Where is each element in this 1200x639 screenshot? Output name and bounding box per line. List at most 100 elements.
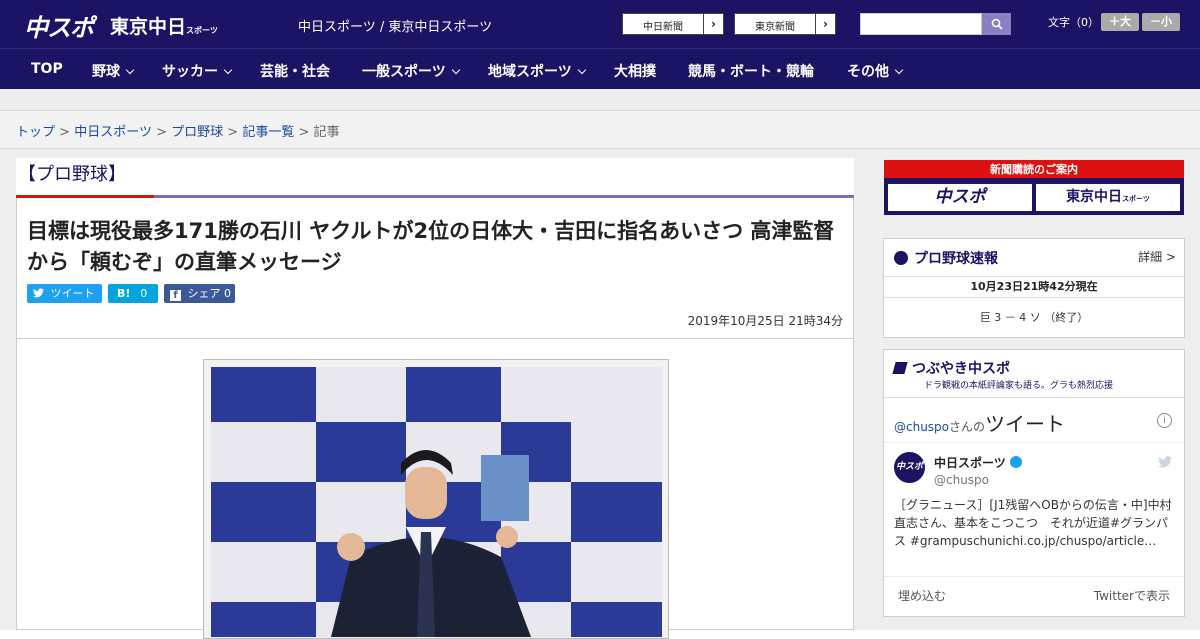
- breadcrumb-top[interactable]: トップ: [16, 125, 55, 140]
- breadcrumb-pro-baseball[interactable]: プロ野球: [171, 125, 223, 140]
- search-input[interactable]: [860, 13, 982, 35]
- baseball-detail-link[interactable]: 詳細 >: [1138, 248, 1176, 265]
- baseball-score[interactable]: 巨 3 － 4 ソ （終了）: [884, 309, 1184, 325]
- baseball-icon: [894, 251, 908, 265]
- breadcrumb-chunichi-sports[interactable]: 中日スポーツ: [74, 125, 152, 140]
- tweet-box-title-text: つぶやき中スポ: [912, 361, 1010, 377]
- chunichi-shimbun-button[interactable]: 中日新聞 ›: [622, 13, 724, 35]
- nav-top-label: TOP: [31, 61, 63, 77]
- facebook-share-label: シェア: [187, 287, 221, 300]
- verified-icon: [1009, 456, 1022, 468]
- ad-tokyo-logo-text: 東京中日: [1066, 189, 1123, 205]
- nav-entertainment-label: 芸能・社会: [260, 64, 330, 80]
- facebook-share-count: 0: [224, 287, 231, 300]
- ad-tokyo-logo-small: スポーツ: [1122, 195, 1150, 203]
- view-on-twitter-link[interactable]: Twitterで表示: [1094, 587, 1170, 604]
- chevron-down-icon: [451, 65, 460, 75]
- divider: [884, 397, 1184, 398]
- tw-user[interactable]: 中日スポーツ: [934, 454, 1022, 471]
- hatena-count: 0: [140, 287, 148, 300]
- hatena-icon: B!: [117, 287, 131, 300]
- chevron-down-icon: [223, 65, 233, 75]
- twitter-bird-icon: [33, 288, 44, 298]
- chevron-right-icon: ›: [703, 14, 723, 34]
- tweet-box: つぶやき中スポ ドラ観戦の本紙評論家も語る。グラも熱烈応援 @chuspoさんの…: [883, 349, 1185, 617]
- info-icon[interactable]: i: [1157, 413, 1172, 428]
- tw-account[interactable]: @chuspo: [894, 420, 949, 434]
- article-headline: 目標は現役最多171勝の石川 ヤクルトが2位の日体大・吉田に指名あいさつ 高津監…: [27, 219, 835, 274]
- font-larger-button[interactable]: ＋大: [1101, 13, 1139, 31]
- nav-local-sports-label: 地域スポーツ: [488, 64, 572, 80]
- divider: [17, 338, 853, 339]
- top-header: 中スポ 東京中日スポーツ 中日スポーツ / 東京中日スポーツ 中日新聞 › 東京新…: [0, 0, 1200, 48]
- breadcrumb-sep: >: [59, 125, 71, 140]
- nav-other[interactable]: その他: [847, 61, 904, 81]
- tweet-text[interactable]: ［グラニュース］[J1残留へOBからの伝言・中]中村直志さん、基本をこつこつ そ…: [894, 496, 1176, 550]
- chevron-right-icon: ›: [815, 14, 835, 34]
- breadcrumb-sep: >: [298, 125, 310, 140]
- breadcrumb-bar: トップ > 中日スポーツ > プロ野球 > 記事一覧 > 記事: [0, 111, 1200, 149]
- article-photo-frame: [203, 359, 669, 639]
- nav-soccer-label: サッカー: [162, 64, 218, 80]
- tw-account-suffix: さんの: [949, 420, 986, 434]
- tweet-button[interactable]: ツイート: [27, 284, 102, 303]
- nav-soccer[interactable]: サッカー: [162, 61, 233, 81]
- chunichi-label: 中日新聞: [643, 22, 683, 33]
- twitter-timeline-heading: @chuspoさんのツイート: [894, 408, 1065, 437]
- tw-handle[interactable]: @chuspo: [934, 473, 989, 487]
- nav-racing-label: 競馬・ボート・競輪: [688, 64, 814, 80]
- facebook-share-button[interactable]: f シェア 0: [164, 284, 235, 303]
- baseball-time: 10月23日21時42分現在: [884, 276, 1184, 298]
- baseball-score-box: プロ野球速報 詳細 > 10月23日21時42分現在 巨 3 － 4 ソ （終了…: [883, 238, 1185, 338]
- nav-sumo[interactable]: 大相撲: [614, 61, 656, 81]
- tweet-box-title: つぶやき中スポ: [892, 358, 1010, 378]
- ad-chuspo-logo[interactable]: 中スポ: [888, 184, 1032, 211]
- nav-other-label: その他: [847, 64, 889, 80]
- tw-user-name: 中日スポーツ: [934, 456, 1006, 470]
- article-photo[interactable]: [211, 367, 662, 637]
- font-size-label: 文字（0）: [1048, 16, 1099, 29]
- baseball-box-title: プロ野球速報: [894, 248, 998, 268]
- header-spacer: [0, 89, 1200, 111]
- tweet-label: ツイート: [50, 287, 95, 300]
- tw-avatar[interactable]: 中スポ: [894, 452, 925, 483]
- breadcrumb-current: 記事: [313, 125, 340, 140]
- main-nav: TOP 野球 サッカー 芸能・社会 一般スポーツ 地域スポーツ 大相撲 競馬・ボ…: [0, 48, 1200, 89]
- nav-general-sports-label: 一般スポーツ: [362, 64, 446, 80]
- search-button[interactable]: [982, 13, 1011, 35]
- chevron-down-icon: [894, 65, 904, 75]
- breadcrumb: トップ > 中日スポーツ > プロ野球 > 記事一覧 > 記事: [16, 121, 340, 140]
- nav-local-sports[interactable]: 地域スポーツ: [488, 61, 586, 81]
- nav-top[interactable]: TOP: [31, 61, 63, 77]
- nav-sumo-label: 大相撲: [614, 64, 656, 80]
- chuspo-logo[interactable]: 中スポ: [24, 8, 94, 43]
- tokyo-logo-text: 東京中日: [110, 16, 187, 38]
- embed-link[interactable]: 埋め込む: [898, 587, 946, 604]
- megaphone-icon: [892, 362, 908, 374]
- category-title: 【プロ野球】: [16, 158, 854, 198]
- breadcrumb-article-list[interactable]: 記事一覧: [242, 125, 294, 140]
- search-icon: [991, 18, 1003, 30]
- font-smaller-button[interactable]: －小: [1142, 13, 1180, 31]
- tweet-box-subtitle: ドラ観戦の本紙評論家も語る。グラも熱烈応援: [924, 381, 1114, 391]
- player-photo-illustration: [211, 367, 662, 637]
- ad-tokyo-chunichi-logo[interactable]: 東京中日スポーツ: [1036, 184, 1180, 211]
- nav-entertainment[interactable]: 芸能・社会: [260, 61, 330, 81]
- twitter-bird-icon: [1158, 456, 1172, 468]
- nav-general-sports[interactable]: 一般スポーツ: [362, 61, 460, 81]
- chevron-down-icon: [125, 65, 135, 75]
- site-names: 中日スポーツ / 東京中日スポーツ: [298, 20, 493, 35]
- nav-baseball-label: 野球: [92, 64, 120, 80]
- article-card: 目標は現役最多171勝の石川 ヤクルトが2位の日体大・吉田に指名あいさつ 高津監…: [16, 198, 854, 639]
- divider: [884, 442, 1184, 443]
- baseball-title-text: プロ野球速報: [914, 251, 998, 267]
- tokyo-shimbun-button[interactable]: 東京新聞 ›: [734, 13, 836, 35]
- nav-baseball[interactable]: 野球: [92, 61, 135, 81]
- tokyo-chunichi-logo[interactable]: 東京中日スポーツ: [110, 12, 218, 39]
- nav-racing[interactable]: 競馬・ボート・競輪: [688, 61, 814, 81]
- facebook-icon: f: [170, 290, 181, 301]
- hatena-bookmark-button[interactable]: B! 0: [108, 284, 158, 303]
- chevron-down-icon: [577, 65, 586, 75]
- article-date: 2019年10月25日 21時34分: [687, 314, 843, 328]
- breadcrumb-sep: >: [156, 125, 167, 140]
